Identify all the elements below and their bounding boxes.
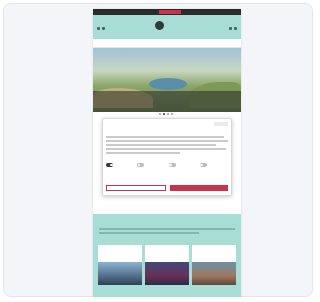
language-icon[interactable] [102,27,105,30]
card-image [145,262,189,285]
user-icon[interactable] [234,27,237,30]
news-card[interactable] [192,245,236,285]
carousel-dot[interactable] [171,113,173,115]
category-toggle[interactable] [199,163,207,167]
news-card[interactable] [98,245,142,285]
consent-brand-logo [214,122,228,126]
card-image [192,262,236,285]
consent-categories [106,161,228,167]
decline-button[interactable] [106,185,166,191]
news-card[interactable] [145,245,189,285]
carousel-dot[interactable] [167,113,169,115]
site-header [93,15,241,39]
consent-category [199,161,228,167]
section-text-line [99,228,235,230]
hero-caption[interactable] [93,91,241,112]
hero-lake [149,78,187,90]
consent-text-line [106,144,216,146]
site-logo[interactable] [155,21,166,30]
consent-text-line [106,148,226,150]
carousel-dot[interactable] [159,113,161,115]
category-toggle[interactable] [168,163,176,167]
main-navigation [93,39,241,48]
category-toggle[interactable] [137,163,145,167]
logo-mark-icon [155,21,164,30]
section-text-line [99,232,199,234]
carousel-dots [159,113,173,115]
consent-text-line [106,140,228,142]
carousel-dot-active[interactable] [163,113,165,115]
consent-category [168,161,197,167]
card-image [98,262,142,285]
search-icon[interactable] [97,27,100,30]
accept-all-button[interactable] [170,185,228,191]
consent-category [137,161,165,167]
card-list [98,245,236,285]
consent-text-line [106,152,180,154]
menu-icon[interactable] [229,27,232,30]
cookie-consent-dialog [102,118,232,196]
category-toggle[interactable] [106,163,113,167]
consent-text-line [106,136,224,138]
consent-buttons [106,185,228,191]
consent-category [106,161,134,167]
topbar-highlight-link[interactable] [159,10,181,14]
